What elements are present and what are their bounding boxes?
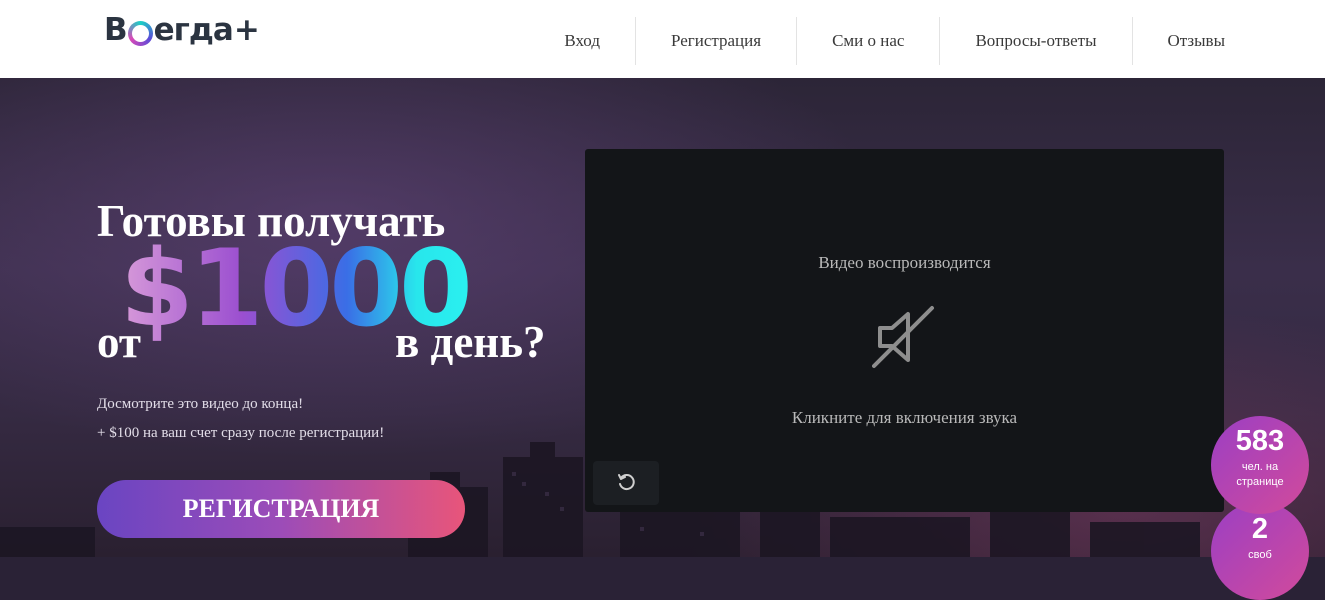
hero-subtitle-bonus: + $100 на ваш счет сразу после регистрац… <box>97 425 385 441</box>
muted-speaker-icon[interactable] <box>872 304 936 370</box>
header-bar: Bегда + Вход Регистрация Сми о нас Вопрос… <box>0 0 1325 78</box>
free-slots-count: 2 <box>1251 513 1269 545</box>
replay-button[interactable] <box>593 461 659 505</box>
online-count-label: чел. на странице <box>1236 461 1284 488</box>
hero-headline-suffix: в день? <box>395 317 546 367</box>
nav-faq[interactable]: Вопросы-ответы <box>939 17 1131 65</box>
logo-plus: + <box>233 12 260 48</box>
hero-section: Готовы получать от $1000 в день? Досмотр… <box>0 78 1325 600</box>
free-slots-badge: 2 своб <box>1211 502 1309 600</box>
logo[interactable]: Bегда + <box>104 10 260 50</box>
nav-reviews[interactable]: Отзывы <box>1131 17 1225 65</box>
register-button[interactable]: РЕГИСТРАЦИЯ <box>97 480 465 538</box>
main-nav: Вход Регистрация Сми о нас Вопросы-ответ… <box>529 17 1225 65</box>
video-status-text: Видео воспроизводится <box>818 253 991 272</box>
logo-ring-icon <box>128 21 153 46</box>
video-player[interactable]: Видео воспроизводится Кликните для включ… <box>585 149 1224 512</box>
nav-login[interactable]: Вход <box>529 17 635 65</box>
hero-subtitle-watch: Досмотрите это видео до конца! <box>97 396 304 412</box>
logo-text-start: B <box>104 12 128 48</box>
online-count: 583 <box>1235 425 1285 457</box>
nav-media[interactable]: Сми о нас <box>796 17 939 65</box>
logo-text-end: егда <box>153 12 234 48</box>
free-slots-label: своб <box>1248 549 1272 561</box>
online-counter-badge: 583 чел. на странице <box>1211 416 1309 514</box>
nav-registration[interactable]: Регистрация <box>634 17 796 65</box>
replay-icon <box>618 474 635 491</box>
video-sound-hint: Кликните для включения звука <box>791 408 1018 427</box>
